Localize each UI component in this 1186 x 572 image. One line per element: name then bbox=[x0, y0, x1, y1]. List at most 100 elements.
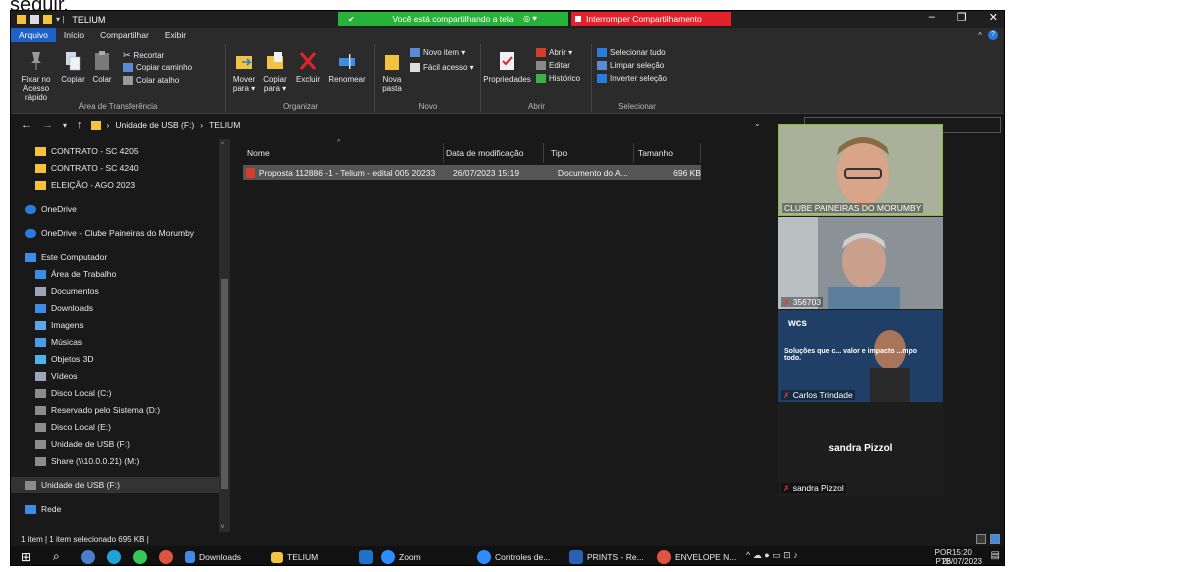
paste-shortcut-button[interactable]: Colar atalho bbox=[123, 76, 179, 85]
properties-quick-icon[interactable] bbox=[30, 15, 39, 24]
tab-exibir[interactable]: Exibir bbox=[157, 28, 194, 42]
new-item-button[interactable]: Novo item ▾ bbox=[410, 48, 465, 57]
forward-arrow-icon[interactable]: → bbox=[42, 119, 53, 131]
mic-muted-icon: ✗ bbox=[783, 390, 790, 400]
scroll-up-icon[interactable]: ^ bbox=[221, 142, 224, 148]
open-button[interactable]: Abrir ▾ bbox=[536, 48, 572, 57]
quick-access-dropdown-icon[interactable]: ▾ | bbox=[56, 15, 64, 24]
app-icon[interactable] bbox=[81, 550, 95, 564]
delete-button[interactable]: Excluir bbox=[293, 50, 323, 84]
nav-item-videos[interactable]: Vídeos bbox=[35, 368, 77, 384]
pin-quick-access-button[interactable]: Fixar no Acesso rápido bbox=[19, 50, 53, 102]
nav-item-disco-c[interactable]: Disco Local (C:) bbox=[35, 385, 111, 401]
copy-button[interactable]: Copiar bbox=[59, 50, 87, 84]
nav-item-musicas[interactable]: Músicas bbox=[35, 334, 82, 350]
tab-arquivo[interactable]: Arquivo bbox=[11, 28, 56, 42]
ribbon-collapse-icon[interactable]: ^ bbox=[978, 31, 982, 40]
column-header-name[interactable]: Nome bbox=[247, 145, 270, 161]
tab-inicio[interactable]: Início bbox=[56, 28, 92, 42]
column-header-size[interactable]: Tamanho bbox=[638, 145, 673, 161]
tab-compartilhar[interactable]: Compartilhar bbox=[92, 28, 157, 42]
new-folder-button[interactable]: Nova pasta bbox=[378, 50, 406, 93]
rename-button[interactable]: Renomear bbox=[325, 50, 369, 84]
stop-share-button[interactable]: Interromper Compartilhamento bbox=[571, 12, 731, 26]
folder-icon bbox=[90, 120, 101, 130]
nav-item-contrato-4240[interactable]: CONTRATO - SC 4240 bbox=[35, 160, 139, 176]
taskbar-app-controles[interactable]: Controles de... bbox=[477, 549, 561, 565]
nav-pane-scrollbar[interactable]: ^ v bbox=[219, 139, 230, 532]
recent-dropdown-icon[interactable]: ▾ bbox=[63, 121, 67, 130]
copy-to-button[interactable]: Copiar para ▾ bbox=[260, 50, 290, 93]
documents-icon bbox=[35, 286, 46, 296]
share-options-icon[interactable]: ◎ ♥ bbox=[523, 14, 537, 23]
details-view-icon[interactable] bbox=[976, 534, 986, 544]
participant-tile[interactable]: ✗ 356703 bbox=[778, 217, 943, 309]
restore-icon[interactable]: ❐ bbox=[957, 11, 967, 24]
taskbar-app-downloads[interactable]: Downloads bbox=[185, 549, 263, 565]
properties-button[interactable]: Propriedades bbox=[482, 50, 532, 84]
clock[interactable]: 15:20 26/07/2023 bbox=[942, 548, 982, 565]
clipboard-group: Fixar no Acesso rápido Copiar Colar ✂ Re… bbox=[11, 44, 226, 112]
nav-item-eleicao[interactable]: ELEIÇÃO - AGO 2023 bbox=[35, 177, 135, 193]
nav-item-share-m[interactable]: Share (\\10.0.0.21) (M:) bbox=[35, 453, 139, 469]
paste-button[interactable]: Colar bbox=[89, 50, 115, 84]
history-button[interactable]: Histórico bbox=[536, 74, 580, 83]
breadcrumb-usb-drive[interactable]: Unidade de USB (F:) bbox=[115, 120, 194, 130]
nav-item-rede[interactable]: Rede bbox=[25, 501, 61, 517]
nav-item-este-computador[interactable]: Este Computador bbox=[25, 249, 107, 265]
scrollbar-thumb[interactable] bbox=[221, 279, 228, 489]
select-all-button[interactable]: Selecionar tudo bbox=[597, 48, 666, 57]
windows-start-icon[interactable]: ⊞ bbox=[21, 550, 31, 564]
scroll-down-icon[interactable]: v bbox=[221, 524, 224, 530]
breadcrumb-telium[interactable]: TELIUM bbox=[209, 120, 240, 130]
nav-item-area-de-trabalho[interactable]: Área de Trabalho bbox=[35, 266, 116, 282]
taskbar-app-zoom[interactable]: Zoom bbox=[381, 549, 459, 565]
close-icon[interactable]: ✕ bbox=[989, 11, 998, 24]
window-title-bar: ▾ | TELIUM ✔ Você está compartilhando a … bbox=[11, 11, 1004, 28]
taskbar-app-prints[interactable]: PRINTS - Re... bbox=[569, 549, 649, 565]
nav-item-usb-f-root[interactable]: Unidade de USB (F:) bbox=[11, 477, 230, 493]
taskbar: ⊞ ⌕ Downloads TELIUM Zoom Controles de..… bbox=[11, 546, 1004, 565]
edge-icon[interactable] bbox=[107, 550, 121, 564]
large-icons-view-icon[interactable] bbox=[990, 534, 1000, 544]
nav-item-documentos[interactable]: Documentos bbox=[35, 283, 99, 299]
move-to-button[interactable]: Mover para ▾ bbox=[229, 50, 259, 93]
table-row[interactable]: Proposta 112886 -1 - Telium - edital 005… bbox=[243, 165, 701, 180]
minimize-icon[interactable]: – bbox=[929, 11, 935, 24]
tray-icons[interactable]: ^ ☁ ● ▭ ⊡ ♪ bbox=[746, 550, 798, 561]
clear-selection-button[interactable]: Limpar seleção bbox=[597, 61, 664, 70]
status-bar: 1 item | 1 item selecionado 695 KB | bbox=[11, 532, 1004, 546]
search-icon[interactable]: ⌕ bbox=[53, 549, 60, 564]
easy-access-button[interactable]: Fácil acesso ▾ bbox=[410, 63, 474, 72]
participant-tile[interactable]: wcs Soluções que c... valor e impacto ..… bbox=[778, 310, 943, 402]
participant-tile[interactable]: sandra Pizzol ✗ sandra Pizzol bbox=[778, 403, 943, 495]
copy-path-button[interactable]: Copiar caminho bbox=[123, 63, 192, 72]
nav-item-imagens[interactable]: Imagens bbox=[35, 317, 84, 333]
nav-item-objetos-3d[interactable]: Objetos 3D bbox=[35, 351, 94, 367]
nav-item-onedrive[interactable]: OneDrive bbox=[25, 201, 77, 217]
new-folder-quick-icon[interactable] bbox=[43, 15, 52, 24]
notifications-icon[interactable]: ▤ bbox=[991, 550, 1000, 561]
invert-selection-button[interactable]: Inverter seleção bbox=[597, 74, 667, 83]
taskbar-app-envelope[interactable]: ENVELOPE N... bbox=[657, 549, 739, 565]
whatsapp-icon[interactable] bbox=[133, 550, 147, 564]
nav-item-downloads[interactable]: Downloads bbox=[35, 300, 93, 316]
column-header-type[interactable]: Tipo bbox=[551, 145, 567, 161]
participant-tile[interactable]: CLUBE PAINEIRAS DO MORUMBY bbox=[778, 124, 943, 216]
chrome-icon[interactable] bbox=[159, 550, 173, 564]
address-dropdown-icon[interactable]: ⌄ bbox=[754, 119, 761, 128]
cut-button[interactable]: ✂ Recortar bbox=[123, 50, 164, 61]
up-arrow-icon[interactable]: ↑ bbox=[77, 119, 83, 131]
back-arrow-icon[interactable]: ← bbox=[21, 119, 32, 131]
participant-placeholder-name: sandra Pizzol bbox=[828, 443, 893, 454]
help-icon[interactable]: ? bbox=[988, 30, 998, 40]
nav-item-reservado-d[interactable]: Reservado pelo Sistema (D:) bbox=[35, 402, 160, 418]
nav-item-contrato-4205[interactable]: CONTRATO - SC 4205 bbox=[35, 143, 139, 159]
nav-item-onedrive-clube[interactable]: OneDrive - Clube Paineiras do Morumby bbox=[25, 225, 194, 241]
taskbar-app-telium[interactable]: TELIUM bbox=[271, 549, 349, 565]
edit-button[interactable]: Editar bbox=[536, 61, 570, 70]
nav-item-disco-e[interactable]: Disco Local (E:) bbox=[35, 419, 111, 435]
outlook-icon[interactable] bbox=[359, 550, 373, 564]
column-header-modified[interactable]: Data de modificação bbox=[446, 145, 524, 161]
nav-item-usb-f[interactable]: Unidade de USB (F:) bbox=[35, 436, 130, 452]
